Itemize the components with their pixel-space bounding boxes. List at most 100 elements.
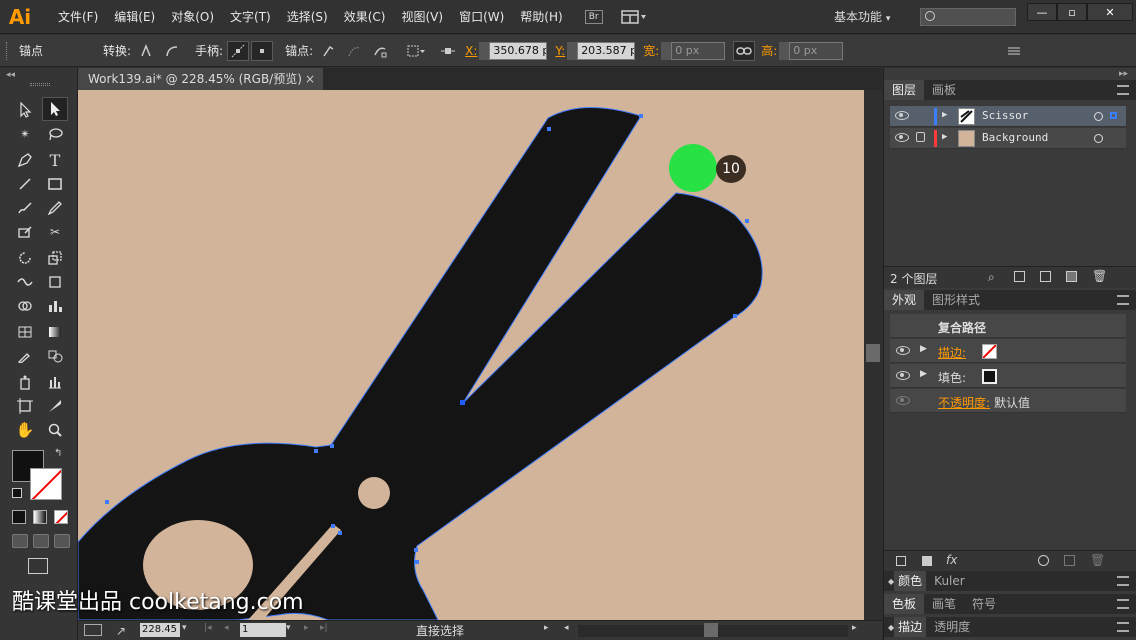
convert-to-corner-icon[interactable] (135, 41, 157, 61)
gradient-mode-icon[interactable] (33, 510, 47, 524)
expand-arrow-icon[interactable]: ▶ (920, 344, 927, 354)
menu-object[interactable]: 对象(O) (163, 0, 222, 34)
stroke-swatch-none[interactable] (982, 344, 997, 359)
cut-path-icon[interactable] (369, 41, 391, 61)
transform-options-icon[interactable] (1003, 41, 1025, 61)
last-artboard-icon[interactable]: ▸| (320, 623, 328, 633)
draw-behind-icon[interactable] (33, 534, 49, 548)
search-input[interactable] (920, 8, 1016, 26)
first-artboard-icon[interactable]: |◂ (204, 623, 212, 633)
delete-item-icon[interactable]: 🗑 (1090, 553, 1105, 567)
y-spinner[interactable] (567, 41, 578, 60)
scissor-artwork[interactable] (78, 90, 864, 620)
menu-file[interactable]: 文件(F) (50, 0, 106, 34)
expand-arrow-icon[interactable]: ▶ (942, 132, 947, 142)
workspace-switcher[interactable]: 基本功能 ▾ (834, 8, 890, 25)
tab-graphic-styles[interactable]: 图形样式 (924, 290, 988, 310)
hscroll-right-icon[interactable]: ▸ (852, 623, 857, 633)
layer-target-icon[interactable] (1094, 112, 1103, 121)
dock-collapse-icon[interactable]: ▸▸ (1119, 69, 1128, 79)
artboard-canvas[interactable] (78, 90, 864, 620)
make-clipping-mask-icon[interactable] (1014, 271, 1025, 282)
expand-arrow-icon[interactable]: ▶ (920, 369, 927, 379)
tab-layers[interactable]: 图层 (884, 80, 925, 100)
toolbar-collapse-icon[interactable]: ◂◂ (6, 70, 15, 80)
color-panel-menu-icon[interactable] (1117, 576, 1129, 586)
visibility-eye-icon[interactable] (895, 111, 909, 120)
add-fill-icon[interactable] (922, 556, 932, 566)
zoom-dropdown-icon[interactable]: ▾ (182, 623, 187, 633)
type-tool-icon[interactable]: T (42, 148, 68, 172)
column-graph-tool-icon[interactable] (42, 370, 68, 394)
layer-row-scissor[interactable]: ▶ Scissor (890, 106, 1126, 127)
layers-panel-menu-icon[interactable] (1117, 85, 1129, 95)
x-field[interactable]: 350.678 p (489, 41, 548, 60)
scale-tool-icon[interactable] (42, 246, 68, 270)
none-mode-icon[interactable] (54, 510, 68, 524)
zoom-field[interactable]: 228.45 (140, 623, 180, 637)
visibility-eye-icon[interactable] (895, 133, 909, 142)
shape-builder-tool-icon[interactable] (12, 294, 38, 318)
width-tool-icon[interactable] (12, 270, 38, 294)
menu-view[interactable]: 视图(V) (393, 0, 451, 34)
layer-selected-indicator[interactable] (1110, 112, 1117, 119)
minimize-button[interactable]: — (1027, 3, 1057, 21)
swap-fill-stroke-icon[interactable]: ↰ (54, 448, 62, 459)
remove-anchor-icon[interactable] (317, 41, 339, 61)
maximize-button[interactable]: ▫ (1057, 3, 1087, 21)
menu-type[interactable]: 文字(T) (222, 0, 279, 34)
create-sublayer-icon[interactable] (1040, 271, 1051, 282)
fill-swatch-black[interactable] (982, 369, 997, 384)
tab-color[interactable]: 颜色 (894, 571, 927, 591)
lasso-tool-icon[interactable] (42, 122, 68, 146)
arrange-documents-icon[interactable] (620, 9, 647, 24)
direct-selection-tool-icon[interactable] (42, 97, 68, 121)
visibility-eye-icon[interactable] (896, 371, 910, 380)
share-icon[interactable]: ↗ (116, 624, 126, 638)
link-proportions-icon[interactable] (733, 40, 756, 61)
height-spinner[interactable] (779, 41, 790, 60)
status-menu-icon[interactable]: ▸ (544, 623, 549, 633)
scissors-tool-icon[interactable]: ✂ (42, 220, 68, 244)
create-layer-icon[interactable] (1066, 271, 1077, 282)
layer-target-icon[interactable] (1094, 134, 1103, 143)
selection-tool-icon[interactable] (12, 98, 38, 122)
menu-effect[interactable]: 效果(C) (336, 0, 394, 34)
connect-anchor-icon[interactable] (343, 41, 365, 61)
color-mode-icon[interactable] (12, 510, 26, 524)
width-field[interactable]: 0 px (671, 41, 726, 60)
appearance-fill-row[interactable]: ▶ 填色: (890, 364, 1126, 388)
hscroll-left-icon[interactable]: ◂ (564, 623, 569, 633)
add-stroke-icon[interactable] (896, 556, 906, 566)
line-tool-icon[interactable] (12, 172, 38, 196)
gradient-tool-icon[interactable] (42, 320, 68, 344)
screen-mode-icon[interactable] (28, 558, 48, 574)
layer-row-background[interactable]: ▶ Background (890, 128, 1126, 149)
width-spinner[interactable] (661, 41, 672, 60)
eyedropper-tool-icon[interactable] (12, 344, 38, 368)
lock-icon[interactable] (916, 132, 925, 142)
appearance-opacity-row[interactable]: 不透明度: 默认值 (890, 389, 1126, 413)
slice-tool-icon[interactable] (42, 394, 68, 418)
bridge-button[interactable]: Br (584, 9, 603, 24)
document-close-icon[interactable]: × (305, 68, 315, 90)
artboard-number-field[interactable]: 1 (240, 623, 286, 637)
fill-label[interactable]: 填色: (938, 369, 966, 386)
clear-appearance-icon[interactable] (1038, 555, 1049, 566)
opacity-label[interactable]: 不透明度: (938, 394, 990, 411)
menu-select[interactable]: 选择(S) (279, 0, 336, 34)
graph-tool-icon[interactable] (42, 294, 68, 318)
blend-tool-icon[interactable] (42, 344, 68, 368)
tab-appearance[interactable]: 外观 (884, 290, 925, 310)
tab-symbols[interactable]: 符号 (964, 594, 1004, 614)
appearance-stroke-row[interactable]: ▶ 描边: (890, 339, 1126, 363)
convert-to-smooth-icon[interactable] (161, 41, 183, 61)
close-button[interactable]: ✕ (1087, 3, 1133, 21)
document-tab[interactable]: Work139.ai* @ 228.45% (RGB/预览) × (78, 68, 323, 90)
hide-handles-icon[interactable] (251, 40, 274, 61)
x-spinner[interactable] (479, 41, 490, 60)
align-icon[interactable] (437, 41, 459, 61)
add-effect-icon[interactable]: fx (946, 553, 957, 567)
tab-stroke[interactable]: 描边 (894, 617, 927, 637)
rotate-tool-icon[interactable] (12, 246, 38, 270)
